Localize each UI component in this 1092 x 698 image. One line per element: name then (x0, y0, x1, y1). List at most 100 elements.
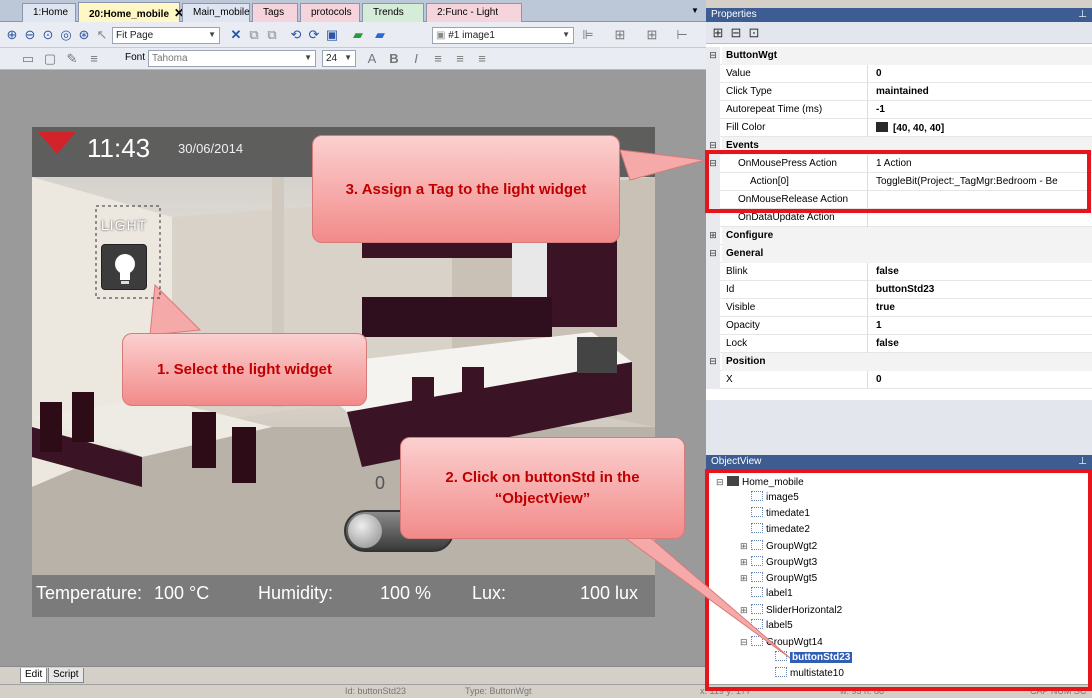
zoom-out-icon[interactable]: ⊖ (22, 27, 38, 43)
property-value[interactable]: -1 (872, 101, 1092, 119)
expand-toggle-icon[interactable]: ⊟ (706, 245, 720, 263)
property-row[interactable]: Id buttonStd23 (706, 281, 1092, 299)
property-value[interactable]: 0 (872, 65, 1092, 83)
tab-2-func-light[interactable]: 2:Func - Light (426, 3, 522, 22)
zoom-fit-icon[interactable]: ⊙ (40, 27, 56, 43)
lux-value: 100 lux (580, 583, 639, 603)
copy-icon[interactable]: ⧉ (246, 27, 262, 43)
pin-icon[interactable]: ⊥ (1078, 8, 1087, 22)
property-row[interactable]: Click Type maintained (706, 83, 1092, 101)
property-row[interactable]: Visible true (706, 299, 1092, 317)
zoom-area-icon[interactable]: ⊛ (76, 27, 92, 43)
align-icon[interactable]: ⊫ (580, 27, 596, 43)
property-value[interactable]: true (872, 299, 1092, 317)
property-value[interactable]: 0 (872, 371, 1092, 389)
highlight-objectview-box (705, 469, 1092, 691)
bold-icon[interactable]: B (386, 51, 402, 67)
brush-icon[interactable]: ✎ (64, 51, 80, 67)
property-value-text: 1 (876, 320, 882, 331)
property-value-text: -1 (876, 104, 885, 115)
tab-tags[interactable]: Tags (252, 3, 298, 22)
property-row[interactable]: Lock false (706, 335, 1092, 353)
frame-icon[interactable]: ▭ (20, 51, 36, 67)
property-value[interactable]: buttonStd23 (872, 281, 1092, 299)
row-gutter (706, 335, 720, 353)
italic-icon[interactable]: I (408, 51, 424, 67)
property-category[interactable]: ⊟ ButtonWgt (706, 47, 1092, 65)
property-pages-icon[interactable]: ⊡ (746, 25, 762, 41)
clock-date: 30/06/2014 (178, 141, 244, 156)
paste-icon[interactable]: ⧉ (264, 27, 280, 43)
tab-main-mobile[interactable]: Main_mobile (182, 3, 250, 22)
property-value-text: true (876, 302, 895, 313)
group-icon[interactable]: ⊞ (644, 27, 660, 43)
rotate-right-icon[interactable]: ⟳ (306, 27, 322, 43)
zoom-in-icon[interactable]: ⊕ (4, 27, 20, 43)
expand-toggle-icon[interactable]: ⊞ (706, 227, 720, 245)
format-toolbar: ▭ ▢ ✎ ≡ Font Tahoma ▼ 24 ▼ A B I ≡ ≡ ≡ (0, 48, 706, 70)
font-family-select[interactable]: Tahoma ▼ (148, 50, 316, 67)
frame2-icon[interactable]: ▢ (42, 51, 58, 67)
property-name: Click Type (722, 83, 868, 101)
pointer-icon[interactable]: ↖ (94, 27, 110, 43)
font-size-select[interactable]: 24 ▼ (322, 50, 356, 67)
sort-icon[interactable]: ⊟ (728, 25, 744, 41)
property-value-text: false (876, 338, 899, 349)
highlight-events-box (705, 150, 1091, 213)
zoom-select[interactable]: Fit Page ▼ (112, 27, 220, 44)
tab-label: protocols (311, 7, 352, 18)
tab-protocols[interactable]: protocols (300, 3, 360, 22)
font-grow-icon[interactable]: A (364, 51, 380, 67)
property-category[interactable]: ⊟ General (706, 245, 1092, 263)
property-name: Value (722, 65, 868, 83)
align-right-icon[interactable]: ≡ (474, 51, 490, 67)
property-name: Visible (722, 299, 868, 317)
tab-edit[interactable]: Edit (20, 668, 48, 683)
size-icon[interactable]: ⊢ (674, 27, 690, 43)
property-value[interactable]: [40, 40, 40] (872, 119, 1092, 137)
property-value[interactable]: false (872, 263, 1092, 281)
property-category[interactable]: ⊟ Position (706, 353, 1092, 371)
align-left-icon[interactable]: ≡ (430, 51, 446, 67)
property-row[interactable]: Blink false (706, 263, 1092, 281)
row-gutter (706, 101, 720, 119)
rotate-left-icon[interactable]: ⟲ (288, 27, 304, 43)
tab-trends[interactable]: Trends (362, 3, 424, 22)
property-name: Lock (722, 335, 868, 353)
layer-icon[interactable]: ▣ (324, 27, 340, 43)
fill-color-icon[interactable]: ▰ (350, 27, 366, 43)
property-row[interactable]: Autorepeat Time (ms) -1 (706, 101, 1092, 119)
tab-20-home-mobile[interactable]: 20:Home_mobile ✕ (78, 2, 184, 22)
distribute-icon[interactable]: ⊞ (612, 27, 628, 43)
property-value[interactable]: 1 (872, 317, 1092, 335)
tab-list-dropdown-icon[interactable]: ▼ (691, 6, 699, 15)
property-row[interactable]: X0 (706, 371, 1092, 389)
tab-script[interactable]: Script (48, 668, 84, 683)
property-row[interactable]: Fill Color [40, 40, 40] (706, 119, 1092, 137)
pin-icon[interactable]: ⊥ (1078, 455, 1087, 469)
zoom-actual-icon[interactable]: ◎ (58, 27, 74, 43)
border-color-icon[interactable]: ▰ (372, 27, 388, 43)
properties-panel-title: Properties ⊥ (706, 8, 1092, 22)
image-select[interactable]: ▣ #1 image1 ▼ (432, 27, 574, 44)
property-name: Position (722, 353, 1092, 371)
light-selection-handles (96, 205, 163, 300)
line-icon[interactable]: ≡ (86, 51, 102, 67)
property-row[interactable]: Opacity 1 (706, 317, 1092, 335)
align-center-icon[interactable]: ≡ (452, 51, 468, 67)
property-value[interactable]: false (872, 335, 1092, 353)
row-gutter (706, 299, 720, 317)
property-value-text: 0 (876, 68, 882, 79)
property-category[interactable]: ⊞ Configure (706, 227, 1092, 245)
property-row[interactable]: Value 0 (706, 65, 1092, 83)
objectview-panel-title: ObjectView ⊥ (706, 455, 1092, 469)
property-name: General (722, 245, 1092, 263)
categorized-icon[interactable]: ⊞ (710, 25, 726, 41)
delete-icon[interactable]: ✕ (228, 27, 244, 43)
slider-knob[interactable] (348, 514, 382, 548)
property-value[interactable]: maintained (872, 83, 1092, 101)
expand-toggle-icon[interactable]: ⊟ (706, 353, 720, 371)
tab-1-home[interactable]: 1:Home (22, 3, 76, 22)
tab-label: Tags (263, 7, 285, 18)
expand-toggle-icon[interactable]: ⊟ (706, 47, 720, 65)
